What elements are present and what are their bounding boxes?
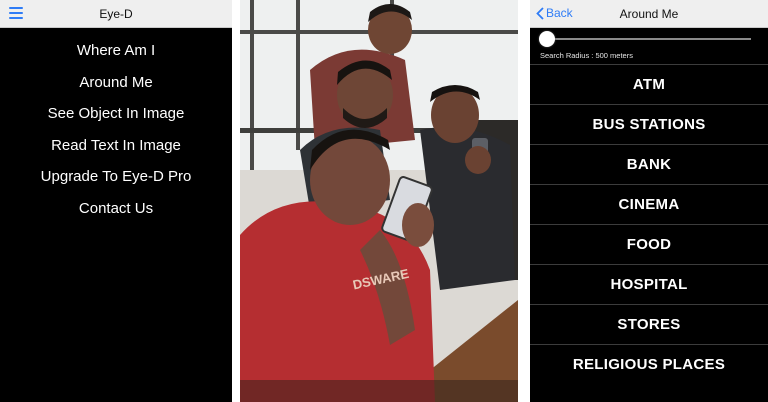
category-hospital[interactable]: HOSPITAL: [530, 264, 768, 304]
nav-bar: Back Around Me: [530, 0, 768, 28]
menu-item-contact-us[interactable]: Contact Us: [0, 199, 232, 231]
category-food[interactable]: FOOD: [530, 224, 768, 264]
menu-item-around-me[interactable]: Around Me: [0, 73, 232, 105]
users-photo-illustration: DSWARE: [240, 0, 518, 402]
nav-bar: Eye-D: [0, 0, 232, 28]
users-photo: DSWARE: [240, 0, 518, 402]
search-radius-slider[interactable]: [539, 31, 751, 47]
main-menu: Where Am I Around Me See Object In Image…: [0, 41, 232, 230]
category-stores[interactable]: STORES: [530, 304, 768, 344]
category-bus-stations[interactable]: BUS STATIONS: [530, 104, 768, 144]
main-menu-screen: Eye-D Where Am I Around Me See Object In…: [0, 0, 232, 402]
category-religious-places[interactable]: RELIGIOUS PLACES: [530, 344, 768, 384]
app-title: Eye-D: [99, 7, 133, 21]
slider-track: [539, 38, 751, 40]
menu-item-read-text[interactable]: Read Text In Image: [0, 136, 232, 168]
screen-title: Around Me: [619, 7, 679, 21]
search-radius-label: Search Radius : 500 meters: [540, 51, 633, 60]
category-list: ATM BUS STATIONS BANK CINEMA FOOD HOSPIT…: [530, 64, 768, 384]
category-bank[interactable]: BANK: [530, 144, 768, 184]
menu-item-upgrade[interactable]: Upgrade To Eye-D Pro: [0, 167, 232, 199]
menu-item-where-am-i[interactable]: Where Am I: [0, 41, 232, 73]
category-atm[interactable]: ATM: [530, 64, 768, 104]
around-me-screen: Back Around Me Search Radius : 500 meter…: [530, 0, 768, 402]
category-cinema[interactable]: CINEMA: [530, 184, 768, 224]
menu-item-see-object[interactable]: See Object In Image: [0, 104, 232, 136]
slider-thumb[interactable]: [539, 31, 555, 47]
